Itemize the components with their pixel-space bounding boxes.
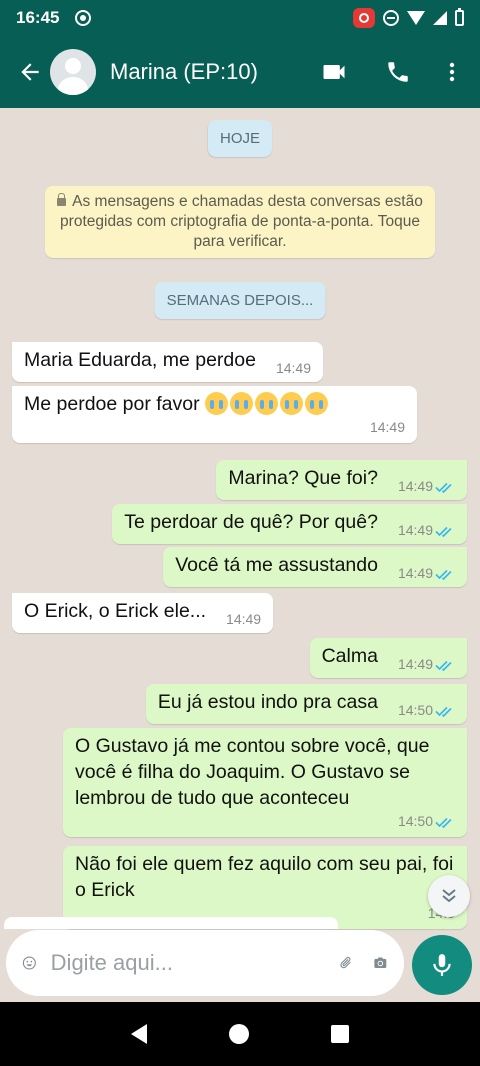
do-not-disturb-icon bbox=[383, 10, 399, 26]
status-bar: 16:45 bbox=[0, 0, 480, 36]
message-input[interactable] bbox=[50, 950, 339, 976]
message-time: 14:49 bbox=[226, 611, 262, 627]
message-bubble[interactable]: Eu já estou indo pra casa 14:50 bbox=[145, 684, 467, 724]
status-time: 16:45 bbox=[16, 8, 60, 27]
encryption-notice-text: As mensagens e chamadas desta conversas … bbox=[60, 193, 423, 250]
video-call-button[interactable] bbox=[302, 44, 366, 100]
message-bubble[interactable]: Maria Eduarda, me perdoe 14:49 bbox=[12, 342, 324, 382]
voice-call-button[interactable] bbox=[366, 44, 430, 100]
message-bubble[interactable]: Marina? Que foi? 14:49 bbox=[216, 460, 467, 500]
double-check-icon bbox=[435, 817, 452, 828]
double-check-icon bbox=[435, 526, 452, 537]
contact-name[interactable]: Marina (EP:10) bbox=[110, 59, 302, 85]
message-text: Maria Eduarda, me perdoe bbox=[24, 349, 256, 371]
avatar[interactable] bbox=[50, 49, 96, 95]
message-bubble[interactable]: Você tá me assustando 14:49 bbox=[163, 547, 467, 587]
message-text: Não foi ele quem fez aquilo com seu pai,… bbox=[75, 853, 454, 901]
message-bubble[interactable]: O Gustavo já me contou sobre você, que v… bbox=[63, 728, 467, 837]
message-time: 14:50 bbox=[397, 702, 433, 718]
system-nav-bar bbox=[0, 1002, 480, 1066]
message-composer bbox=[6, 930, 404, 996]
message-text: Te perdoar de quê? Por quê? bbox=[124, 511, 378, 533]
more-options-button[interactable] bbox=[430, 44, 474, 100]
nav-back-icon[interactable] bbox=[131, 1024, 147, 1044]
video-camera-icon bbox=[323, 65, 345, 79]
message-text: Eu já estou indo pra casa bbox=[157, 691, 378, 713]
chat-header: Marina (EP:10) bbox=[0, 36, 480, 108]
double-check-icon bbox=[435, 569, 452, 580]
nav-home-icon[interactable] bbox=[229, 1024, 249, 1044]
message-time: 14:49 bbox=[369, 419, 405, 435]
double-check-icon bbox=[435, 482, 452, 493]
more-vert-icon bbox=[449, 62, 455, 82]
chapter-chip: SEMANAS DEPOIS... bbox=[154, 282, 326, 319]
message-time: 14:49 bbox=[397, 522, 433, 538]
crying-emoji-icon bbox=[205, 392, 330, 415]
message-text: O Erick, o Erick ele... bbox=[24, 600, 207, 622]
message-time: 14:49 bbox=[275, 360, 312, 376]
message-bubble-partial[interactable] bbox=[4, 917, 338, 929]
encryption-notice[interactable]: As mensagens e chamadas desta conversas … bbox=[45, 186, 435, 258]
message-text: Calma bbox=[321, 645, 378, 667]
emoji-icon[interactable] bbox=[22, 947, 37, 979]
message-time: 14:49 bbox=[397, 565, 433, 581]
message-text: Você tá me assustando bbox=[175, 554, 378, 576]
screen-record-icon bbox=[353, 8, 375, 28]
message-time: 14:49 bbox=[397, 656, 433, 672]
message-text: O Gustavo já me contou sobre você, que v… bbox=[75, 735, 430, 809]
status-icons bbox=[353, 8, 464, 28]
camera-icon[interactable] bbox=[373, 947, 388, 979]
lock-icon bbox=[57, 192, 67, 206]
double-chevron-down-icon bbox=[442, 889, 456, 903]
attachment-icon[interactable] bbox=[339, 947, 354, 979]
message-text: Marina? Que foi? bbox=[228, 467, 378, 489]
voice-message-button[interactable] bbox=[412, 935, 472, 995]
cast-icon bbox=[75, 10, 92, 26]
nav-recents-icon[interactable] bbox=[331, 1025, 349, 1043]
message-time: 14:49 bbox=[397, 478, 433, 494]
scroll-to-bottom-button[interactable] bbox=[428, 875, 470, 917]
arrow-left-icon bbox=[21, 63, 39, 81]
date-chip: HOJE bbox=[207, 120, 273, 157]
phone-icon bbox=[388, 62, 408, 82]
message-bubble[interactable]: Me perdoe por favor 14:49 bbox=[12, 386, 417, 443]
battery-icon bbox=[455, 8, 464, 26]
double-check-icon bbox=[435, 660, 452, 671]
message-bubble[interactable]: O Erick, o Erick ele... 14:49 bbox=[12, 593, 274, 633]
signal-icon bbox=[433, 11, 447, 25]
wifi-icon bbox=[407, 11, 425, 25]
back-button[interactable] bbox=[6, 44, 54, 100]
message-time: 14:50 bbox=[397, 813, 433, 829]
message-text: Me perdoe por favor bbox=[24, 393, 200, 415]
double-check-icon bbox=[435, 706, 452, 717]
chat-area[interactable]: HOJE As mensagens e chamadas desta conve… bbox=[0, 108, 480, 1002]
message-bubble[interactable]: Calma 14:49 bbox=[309, 638, 467, 678]
message-bubble[interactable]: Te perdoar de quê? Por quê? 14:49 bbox=[112, 504, 467, 544]
microphone-icon bbox=[433, 954, 451, 976]
